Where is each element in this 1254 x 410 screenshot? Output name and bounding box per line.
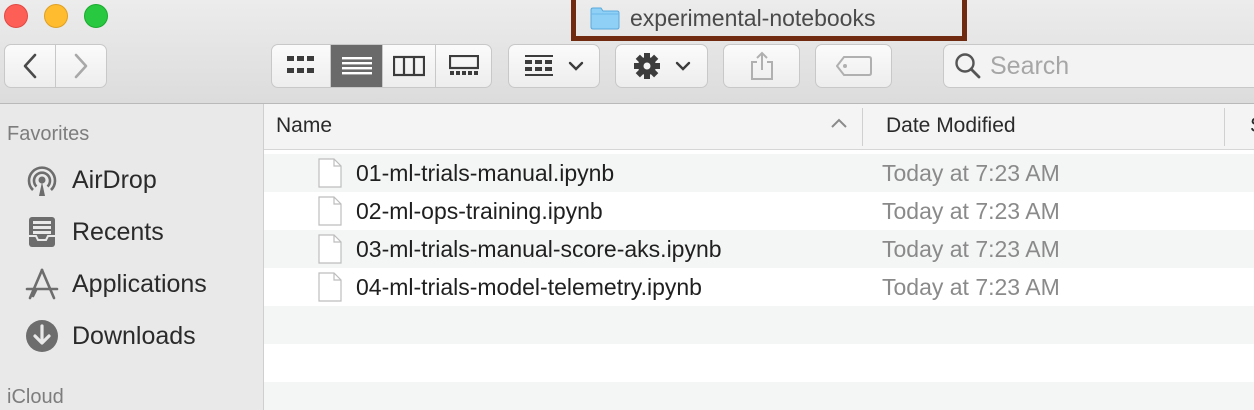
- column-view-button[interactable]: [383, 45, 436, 87]
- downloads-icon: [22, 316, 62, 356]
- empty-row-stripe: [264, 382, 1254, 410]
- date-modified-column-header[interactable]: Date Modified: [886, 114, 1016, 138]
- file-name: 04-ml-trials-model-telemetry.ipynb: [356, 274, 702, 300]
- sidebar-item-airdrop[interactable]: AirDrop: [22, 158, 157, 202]
- window-toolbar: experimental-notebooks: [0, 0, 1254, 104]
- file-row[interactable]: 03-ml-trials-manual-score-aks.ipynb Toda…: [264, 230, 1254, 268]
- chevron-right-icon: [74, 53, 88, 79]
- sidebar: Favorites AirDrop Recents Applications D…: [0, 104, 264, 410]
- view-mode-control: [271, 44, 492, 88]
- document-icon: [318, 234, 342, 264]
- size-column-header[interactable]: S: [1250, 114, 1254, 138]
- gallery-view-icon: [448, 55, 479, 75]
- favorites-section-header: Favorites: [7, 123, 90, 145]
- airdrop-icon: [22, 160, 62, 200]
- empty-row-stripe: [264, 344, 1254, 382]
- file-date-modified: Today at 7:23 AM: [882, 160, 1060, 186]
- name-column-header[interactable]: Name: [276, 114, 332, 138]
- list-view-icon: [341, 57, 372, 75]
- action-menu-button[interactable]: [615, 44, 708, 88]
- sidebar-item-downloads[interactable]: Downloads: [22, 314, 196, 358]
- file-name: 02-ml-ops-training.ipynb: [356, 198, 603, 224]
- forward-button[interactable]: [56, 45, 107, 87]
- sidebar-item-label: AirDrop: [72, 165, 157, 194]
- file-row[interactable]: 04-ml-trials-model-telemetry.ipynb Today…: [264, 268, 1254, 306]
- document-icon: [318, 158, 342, 188]
- column-header-row: Name Date Modified S: [264, 104, 1254, 150]
- document-icon: [318, 272, 342, 302]
- chevron-down-icon: [675, 61, 690, 71]
- folder-icon: [590, 7, 620, 30]
- icon-view-icon: [287, 56, 314, 73]
- file-row[interactable]: 02-ml-ops-training.ipynb Today at 7:23 A…: [264, 192, 1254, 230]
- sidebar-item-label: Downloads: [72, 321, 196, 350]
- gallery-view-button[interactable]: [436, 45, 491, 87]
- file-name: 01-ml-trials-manual.ipynb: [356, 160, 615, 186]
- navigation-buttons: [4, 44, 107, 88]
- search-icon: [955, 53, 981, 79]
- maximize-window-button[interactable]: [84, 4, 108, 28]
- group-by-button[interactable]: [508, 44, 600, 88]
- edit-tags-button[interactable]: [815, 44, 892, 88]
- minimize-window-button[interactable]: [44, 4, 68, 28]
- recents-icon: [22, 212, 62, 252]
- back-button[interactable]: [5, 45, 56, 87]
- search-input[interactable]: [990, 51, 1250, 81]
- file-name: 03-ml-trials-manual-score-aks.ipynb: [356, 236, 722, 262]
- gear-icon: [633, 53, 660, 79]
- group-grid-icon: [525, 55, 553, 76]
- window-title-text: experimental-notebooks: [630, 4, 876, 31]
- sidebar-item-label: Recents: [72, 217, 164, 246]
- file-date-modified: Today at 7:23 AM: [882, 236, 1060, 262]
- applications-icon: [22, 264, 62, 304]
- sidebar-item-applications[interactable]: Applications: [22, 262, 207, 306]
- empty-row-stripe: [264, 306, 1254, 344]
- column-divider[interactable]: [1224, 108, 1225, 146]
- chevron-left-icon: [23, 53, 37, 79]
- sidebar-item-label: Applications: [72, 269, 207, 298]
- share-icon: [750, 51, 773, 80]
- close-window-button[interactable]: [4, 4, 28, 28]
- chevron-down-icon: [568, 61, 584, 71]
- tag-icon: [835, 56, 872, 76]
- sort-ascending-icon[interactable]: [830, 116, 848, 130]
- list-view-button[interactable]: [331, 45, 383, 87]
- sidebar-item-recents[interactable]: Recents: [22, 210, 164, 254]
- icloud-section-header: iCloud: [7, 386, 64, 408]
- column-view-icon: [393, 55, 425, 77]
- file-row[interactable]: 01-ml-trials-manual.ipynb Today at 7:23 …: [264, 154, 1254, 192]
- file-list: Name Date Modified S 01-ml-trials-manual…: [264, 104, 1254, 410]
- search-field[interactable]: [943, 44, 1254, 88]
- file-date-modified: Today at 7:23 AM: [882, 198, 1060, 224]
- column-divider[interactable]: [862, 108, 863, 146]
- file-date-modified: Today at 7:23 AM: [882, 274, 1060, 300]
- document-icon: [318, 196, 342, 226]
- icon-view-button[interactable]: [272, 45, 331, 87]
- window-title: experimental-notebooks: [571, 0, 967, 41]
- share-button[interactable]: [723, 44, 800, 88]
